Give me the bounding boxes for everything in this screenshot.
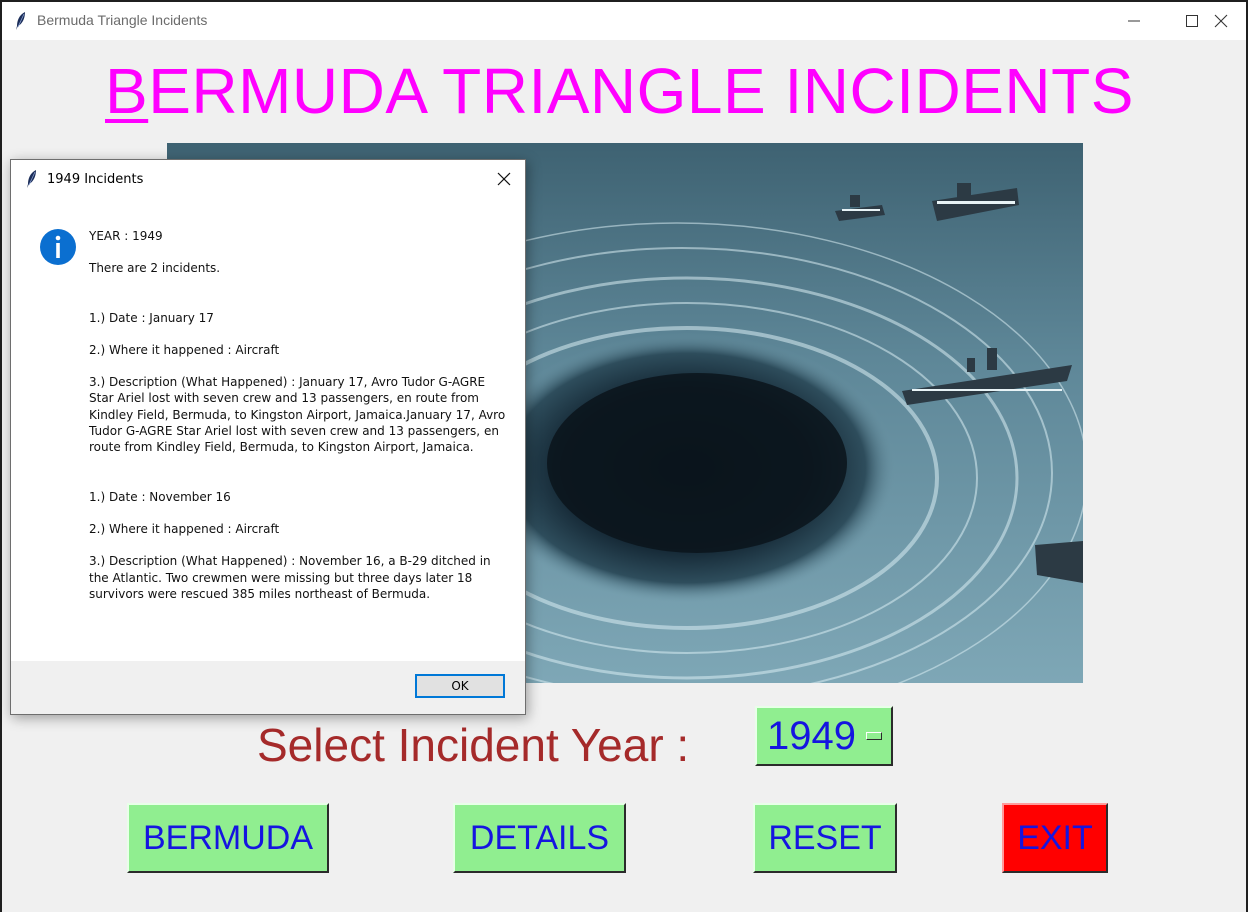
bermuda-button[interactable]: BERMUDA (127, 803, 329, 873)
dialog-message: YEAR : 1949 There are 2 incidents. 1.) D… (89, 228, 509, 602)
minimize-icon (1128, 20, 1140, 22)
heading-first-letter: B (105, 55, 149, 127)
reset-button[interactable]: RESET (753, 803, 897, 873)
exit-button[interactable]: EXIT (1002, 803, 1108, 873)
year-select-value: 1949 (767, 714, 856, 758)
select-year-label: Select Incident Year : (257, 719, 690, 771)
close-icon (1214, 14, 1228, 28)
incident-2-description: 3.) Description (What Happened) : Novemb… (89, 554, 491, 601)
page-heading: BERMUDA TRIANGLE INCIDENTS (105, 54, 1134, 128)
minimize-button[interactable] (1105, 2, 1163, 40)
incident-1-date: 1.) Date : January 17 (89, 310, 214, 325)
window-title: Bermuda Triangle Incidents (37, 12, 208, 28)
incident-dialog: 1949 Incidents YEAR : 1949 There are 2 i… (10, 159, 526, 715)
close-window-button[interactable] (1192, 2, 1246, 40)
year-select[interactable]: 1949 (755, 706, 893, 766)
feather-icon (14, 11, 28, 35)
dialog-year-line: YEAR : 1949 (89, 229, 163, 243)
dialog-title: 1949 Incidents (47, 172, 144, 187)
dialog-count-line: There are 2 incidents. (89, 261, 221, 276)
dialog-close-button[interactable] (491, 167, 517, 191)
ok-button[interactable]: OK (415, 674, 505, 698)
close-icon (497, 172, 511, 186)
dialog-footer: OK (11, 661, 525, 714)
feather-icon (25, 169, 39, 193)
dialog-title-bar[interactable]: 1949 Incidents (11, 160, 525, 198)
title-bar[interactable]: Bermuda Triangle Incidents (2, 2, 1246, 40)
incident-2-date: 1.) Date : November 16 (89, 489, 231, 504)
details-button[interactable]: DETAILS (453, 803, 626, 873)
incident-1-where: 2.) Where it happened : Aircraft (89, 342, 280, 357)
info-icon (39, 228, 77, 270)
incident-1-description: 3.) Description (What Happened) : Januar… (89, 375, 506, 455)
dropdown-indicator-icon (866, 732, 882, 740)
incident-2-where: 2.) Where it happened : Aircraft (89, 521, 280, 536)
heading-rest: ERMUDA TRIANGLE INCIDENTS (148, 55, 1134, 127)
